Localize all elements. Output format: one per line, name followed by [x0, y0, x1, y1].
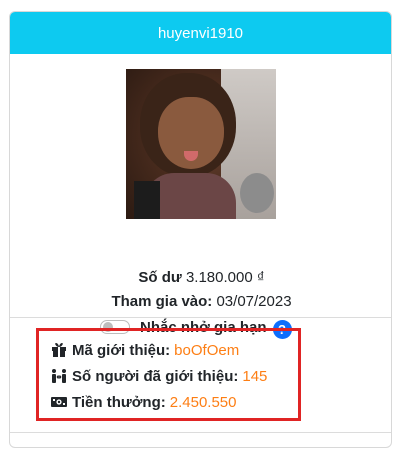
username: huyenvi1910: [157, 24, 244, 42]
bonus-value: 2.450.550: [169, 393, 237, 411]
gift-icon: [52, 343, 66, 357]
referral-code-label: Mã giới thiệu:: [72, 341, 171, 359]
avatar: [126, 69, 276, 219]
card-header: huyenvi1910: [10, 12, 391, 54]
referral-box: Mã giới thiệu: boOfOem Số người đã giới …: [36, 328, 301, 421]
profile-section: Số dư 3.180.000 ₫ Tham gia vào: 03/07/20…: [10, 54, 391, 339]
referral-count-value: 145: [242, 367, 268, 385]
account-card: huyenvi1910 Số dư 3.180.000 ₫ Tham gia v…: [9, 11, 392, 448]
people-arrows-icon: [52, 369, 66, 383]
join-value: 03/07/2023: [216, 293, 292, 310]
join-label: Tham gia vào:: [111, 293, 213, 310]
balance-label: Số dư: [138, 269, 182, 286]
balance-value: 3.180.000 ₫: [185, 269, 265, 286]
bottom-divider: [10, 432, 391, 433]
bonus-row: Tiền thưởng: 2.450.550: [51, 392, 236, 412]
money-bill-icon: [51, 397, 67, 407]
referral-count-label: Số người đã giới thiệu:: [72, 367, 239, 385]
referral-code-value: boOfOem: [174, 341, 240, 359]
referral-code-row: Mã giới thiệu: boOfOem: [51, 340, 239, 360]
balance-line: Số dư 3.180.000 ₫: [10, 269, 391, 286]
bonus-label: Tiền thưởng:: [72, 393, 166, 411]
referral-count-row: Số người đã giới thiệu: 145: [51, 366, 267, 386]
join-date-line: Tham gia vào: 03/07/2023: [10, 293, 391, 310]
